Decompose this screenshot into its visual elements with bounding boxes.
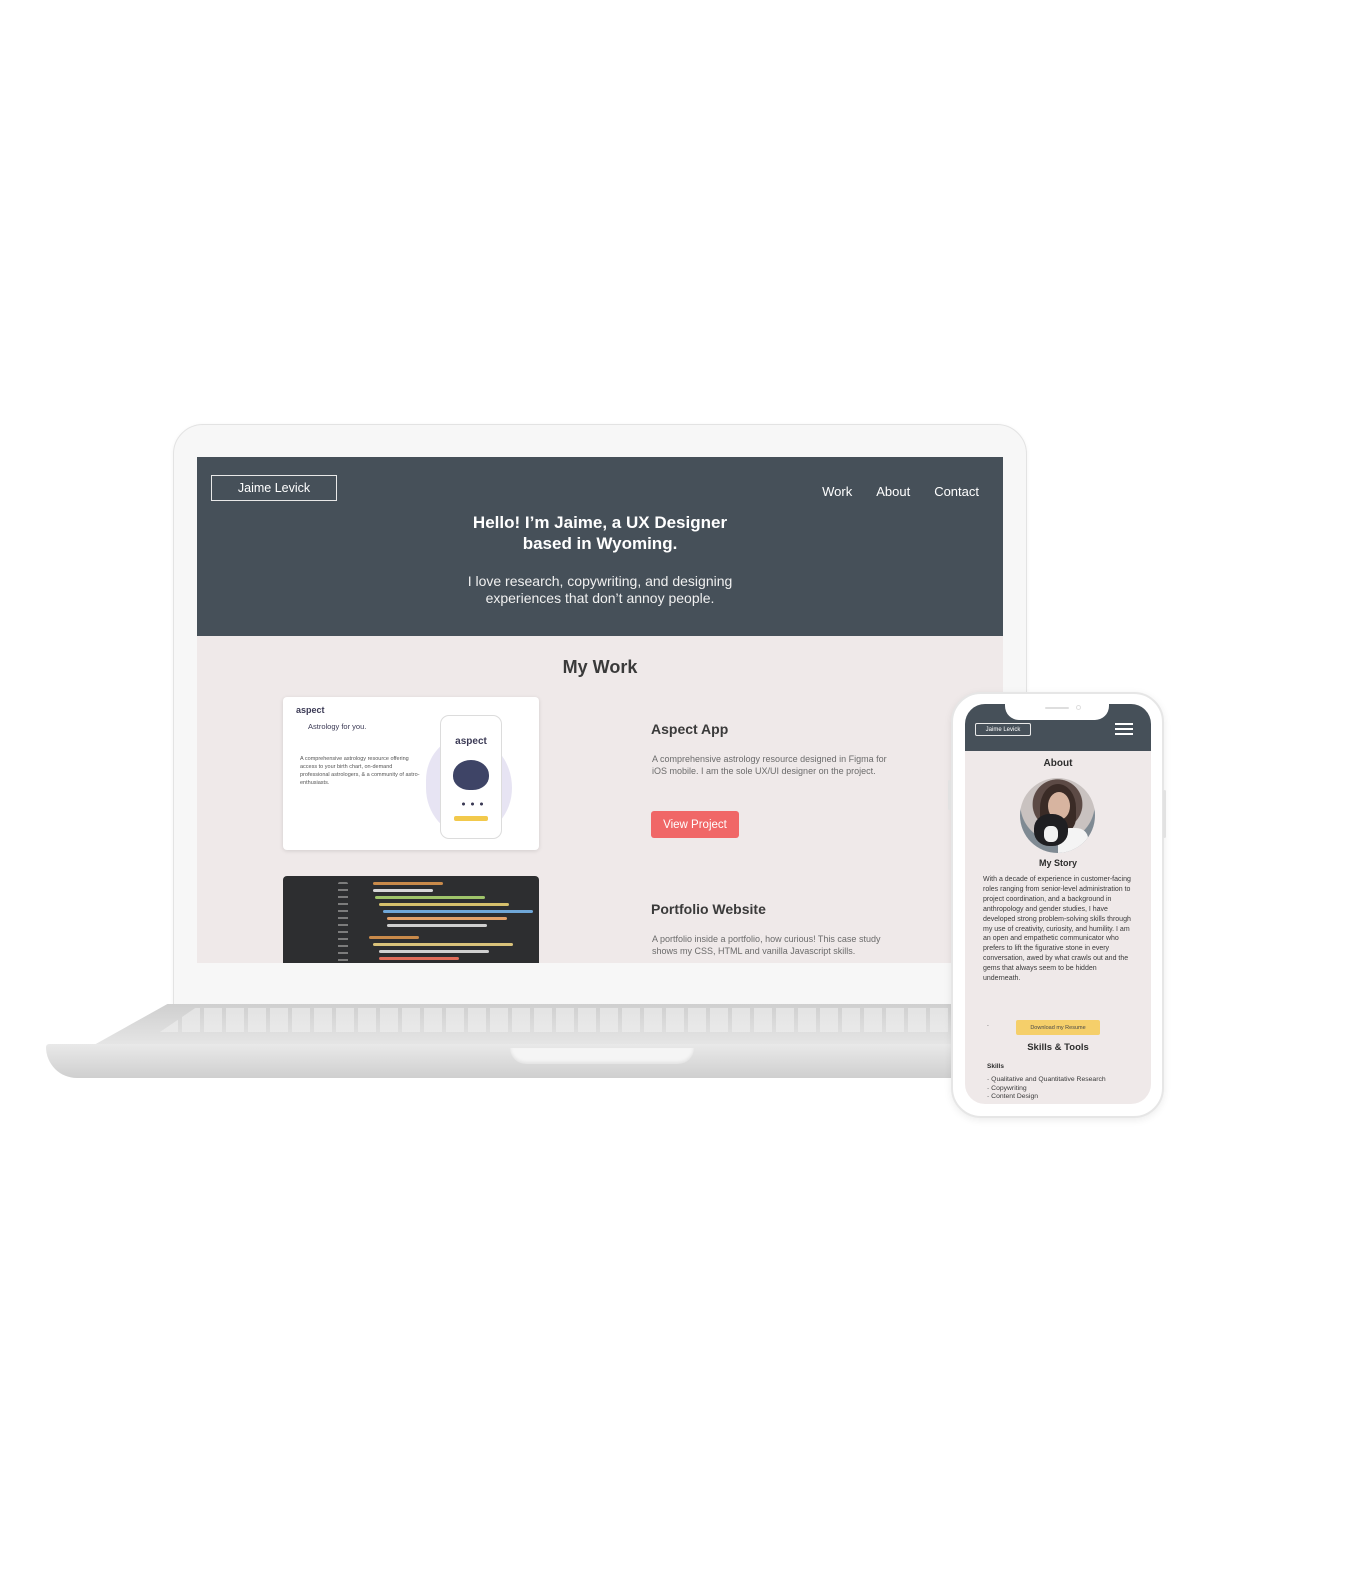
nav-contact[interactable]: Contact: [934, 484, 979, 499]
view-project-button[interactable]: View Project: [651, 811, 739, 838]
hero-title-line-1: Hello! I’m Jaime, a UX Designer: [472, 513, 728, 532]
project-title-portfolio: Portfolio Website: [651, 901, 766, 917]
phone-screen: Jaime Levick About My Story With a decad…: [965, 704, 1151, 1104]
main-nav: Work About Contact: [822, 484, 979, 499]
code-line: [387, 924, 487, 927]
thumbnail-phone-mockup: aspect: [440, 715, 502, 839]
thumbnail-phone-brand: aspect: [455, 736, 487, 747]
code-line: [379, 950, 489, 953]
laptop-screen: Jaime Levick Work About Contact Hello! I…: [197, 457, 1003, 963]
laptop-opening-notch: [510, 1048, 694, 1064]
aspect-app-thumbnail[interactable]: aspect Astrology for you. A comprehensiv…: [283, 697, 539, 850]
mobile-page-title: About: [1043, 758, 1073, 769]
code-line: [383, 910, 533, 913]
my-work-heading: My Work: [562, 657, 638, 677]
astronaut-illustration-icon: [453, 760, 489, 790]
phone-volume-button: [948, 780, 951, 810]
hero-subtitle-line-1: I love research, copywriting, and design…: [467, 573, 733, 589]
phone-notch: [1005, 704, 1109, 720]
nav-work[interactable]: Work: [822, 484, 852, 499]
carousel-dots: [459, 802, 485, 806]
code-line: [373, 943, 513, 946]
thumbnail-brand: aspect: [296, 705, 325, 715]
site-logo[interactable]: Jaime Levick: [211, 475, 337, 501]
code-line: [373, 889, 433, 892]
avatar: [1020, 778, 1095, 853]
skills-tools-heading: Skills & Tools: [1027, 1042, 1089, 1053]
download-resume-button[interactable]: Download my Resume: [1016, 1020, 1100, 1035]
hero-subtitle: I love research, copywriting, and design…: [197, 573, 1003, 607]
code-line: [369, 936, 419, 939]
skills-list: Qualitative and Quantitative Research Co…: [987, 1076, 1106, 1102]
code-line: [379, 957, 459, 960]
project-title-aspect: Aspect App: [651, 721, 729, 737]
skills-label: Skills: [987, 1063, 1004, 1070]
hero-title-line-2: based in Wyoming.: [522, 534, 678, 553]
portfolio-website-thumbnail[interactable]: [283, 876, 539, 963]
code-line: [375, 896, 485, 899]
thumbnail-tagline: Astrology for you.: [308, 722, 367, 731]
nav-about[interactable]: About: [876, 484, 910, 499]
bullet-dot: ·: [987, 1023, 989, 1030]
speaker-icon: [1045, 707, 1069, 709]
code-line: [387, 917, 507, 920]
code-line: [379, 903, 509, 906]
thumbnail-description: A comprehensive astrology resource offer…: [300, 756, 420, 786]
list-item: Qualitative and Quantitative Research: [987, 1076, 1105, 1085]
project-description-aspect: A comprehensive astrology resource desig…: [652, 754, 887, 776]
project-description-portfolio: A portfolio inside a portfolio, how curi…: [652, 934, 881, 956]
phone-side-button: [1163, 790, 1166, 838]
hamburger-menu-icon[interactable]: [1115, 723, 1133, 735]
my-story-heading: My Story: [1038, 858, 1077, 868]
laptop-keys: [160, 1008, 1040, 1032]
code-line: [373, 882, 443, 885]
hero-subtitle-line-2: experiences that don’t annoy people.: [485, 590, 715, 606]
code-line: [338, 882, 348, 963]
list-item: Copywriting: [987, 1085, 1106, 1094]
hero-title: Hello! I’m Jaime, a UX Designer based in…: [197, 512, 1003, 554]
list-item: Content Design: [987, 1093, 1106, 1102]
site-header: Jaime Levick Work About Contact Hello! I…: [197, 457, 1003, 636]
thumbnail-cta-bar: [454, 816, 488, 821]
my-story-text: With a decade of experience in customer-…: [983, 876, 1131, 983]
mobile-logo[interactable]: Jaime Levick: [975, 723, 1031, 736]
dog-chest: [1044, 826, 1058, 842]
camera-icon: [1076, 705, 1081, 710]
device-mockup: Jaime Levick Work About Contact Hello! I…: [0, 0, 1362, 1583]
